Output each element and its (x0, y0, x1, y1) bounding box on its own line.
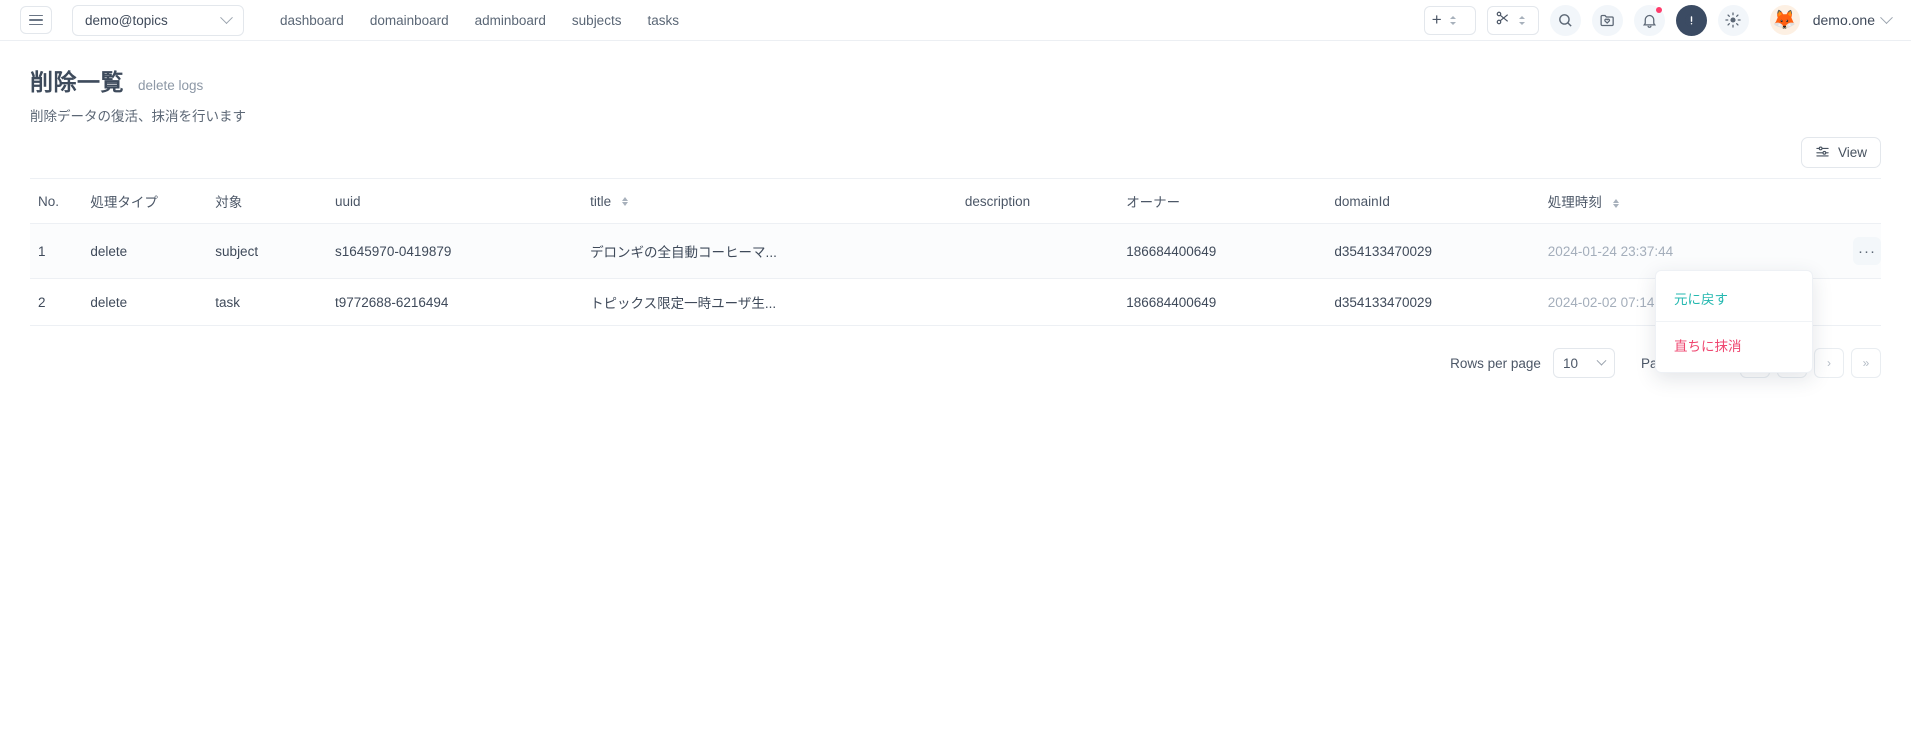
updown-icon (1518, 15, 1526, 26)
context-menu-restore[interactable]: 元に戻す (1656, 277, 1812, 319)
updown-svg (1518, 15, 1525, 25)
cell-target: subject (215, 223, 336, 279)
nav-item-subjects[interactable]: subjects (572, 13, 622, 28)
rows-per-page-label: Rows per page (1450, 355, 1541, 371)
column-header-title[interactable]: title (590, 178, 965, 224)
table-body: 1 delete subject s1645970-0419879 デロンギの全… (30, 223, 1881, 326)
cell-type: delete (90, 278, 216, 326)
cell-description (964, 223, 1127, 279)
cell-title: トピックス限定一時ユーザ生... (590, 278, 965, 326)
folder-heart-icon[interactable] (1591, 4, 1623, 36)
cell-target: task (215, 278, 336, 326)
updown-icon (1449, 15, 1457, 26)
top-bar-actions: + 🦊 demo.one (1423, 4, 1895, 36)
cell-no: 1 (30, 223, 91, 279)
cell-owner: 186684400649 (1126, 223, 1335, 279)
info-icon[interactable] (1675, 4, 1707, 36)
cell-title: デロンギの全自動コーヒーマ... (590, 223, 965, 279)
cell-uuid: t9772688-6216494 (335, 278, 591, 326)
page-header: 削除一覧 delete logs 削除データの復活、抹消を行います (0, 41, 1911, 125)
nav-item-tasks[interactable]: tasks (647, 13, 679, 28)
nav-item-domainboard[interactable]: domainboard (370, 13, 449, 28)
top-bar: demo@topics dashboard domainboard adminb… (0, 0, 1911, 41)
column-header-type: 処理タイプ (90, 178, 216, 224)
workspace-value: demo@topics (85, 12, 168, 28)
view-button[interactable]: View (1800, 137, 1881, 168)
table-row[interactable]: 2 delete task t9772688-6216494 トピックス限定一時… (30, 278, 1881, 326)
row-menu-button[interactable]: ··· (1853, 237, 1881, 265)
page-description: 削除データの復活、抹消を行います (30, 109, 246, 124)
updown-svg (1449, 15, 1456, 25)
column-header-uuid: uuid (335, 178, 591, 224)
avatar-glyph: 🦊 (1772, 9, 1797, 31)
table-header-row: No. 処理タイプ 対象 uuid title description オーナー… (30, 178, 1881, 224)
column-header-target: 対象 (215, 178, 336, 224)
cell-domainid: d354133470029 (1334, 223, 1548, 279)
cell-type: delete (90, 223, 216, 279)
column-header-time-label: 処理時刻 (1547, 195, 1602, 210)
plus-icon: + (1431, 10, 1442, 29)
rows-per-page-value: 10 (1562, 355, 1578, 371)
nav-item-adminboard[interactable]: adminboard (475, 13, 546, 28)
column-header-description: description (964, 178, 1127, 224)
chevron-down-icon (1880, 10, 1893, 24)
page-title: 削除一覧 (30, 69, 124, 95)
table-head: No. 処理タイプ 対象 uuid title description オーナー… (30, 178, 1881, 224)
rows-per-page-select[interactable]: 10 (1552, 348, 1615, 378)
column-header-actions (1797, 178, 1881, 224)
search-icon[interactable] (1549, 4, 1581, 36)
sort-icon[interactable] (1612, 198, 1619, 208)
sort-icon[interactable] (621, 197, 628, 207)
user-name-label: demo.one (1812, 12, 1875, 28)
column-header-no: No. (30, 178, 91, 224)
nav-item-dashboard[interactable]: dashboard (280, 13, 344, 28)
table-row[interactable]: 1 delete subject s1645970-0419879 デロンギの全… (30, 223, 1881, 279)
view-button-label: View (1837, 145, 1867, 160)
ellipsis-icon: ··· (1858, 242, 1876, 260)
add-stepper[interactable]: + (1423, 5, 1476, 35)
sliders-icon (1815, 144, 1830, 162)
main-nav: dashboard domainboard adminboard subject… (280, 13, 679, 28)
cut-stepper[interactable] (1486, 5, 1539, 35)
cell-uuid: s1645970-0419879 (335, 223, 591, 279)
page-title-row: 削除一覧 delete logs (30, 63, 1881, 97)
row-context-menu: 元に戻す 直ちに抹消 (1655, 270, 1813, 373)
pagination: Rows per page 10 Page 1 of 1 « ‹ › » (0, 326, 1911, 378)
workspace-selector[interactable]: demo@topics (72, 4, 244, 36)
chevron-down-icon (1596, 355, 1607, 366)
delete-logs-table: No. 処理タイプ 対象 uuid title description オーナー… (30, 178, 1881, 326)
next-page-button[interactable]: › (1814, 348, 1844, 378)
bell-icon[interactable] (1633, 4, 1665, 36)
hamburger-icon[interactable] (20, 6, 52, 34)
cell-domainid: d354133470029 (1334, 278, 1548, 326)
chevron-down-icon (220, 10, 233, 24)
scissors-icon (1495, 10, 1511, 30)
notification-badge (1655, 6, 1662, 13)
rows-per-page-group: Rows per page 10 (1450, 348, 1615, 378)
column-header-owner: オーナー (1126, 178, 1335, 224)
table-container: No. 処理タイプ 対象 uuid title description オーナー… (0, 168, 1911, 326)
cell-description (964, 278, 1127, 326)
column-header-time[interactable]: 処理時刻 (1547, 178, 1798, 224)
table-toolbar: View (0, 125, 1911, 168)
column-header-title-label: title (590, 193, 612, 209)
cell-no: 2 (30, 278, 91, 326)
avatar[interactable]: 🦊 (1769, 5, 1800, 35)
context-menu-separator (1656, 321, 1812, 322)
context-menu-purge[interactable]: 直ちに抹消 (1656, 324, 1812, 366)
column-header-domainid: domainId (1334, 178, 1548, 224)
user-menu[interactable]: demo.one (1812, 10, 1893, 28)
last-page-button[interactable]: » (1851, 348, 1881, 378)
brightness-icon[interactable] (1717, 4, 1749, 36)
cell-owner: 186684400649 (1126, 278, 1335, 326)
page-title-subtitle: delete logs (138, 78, 204, 93)
